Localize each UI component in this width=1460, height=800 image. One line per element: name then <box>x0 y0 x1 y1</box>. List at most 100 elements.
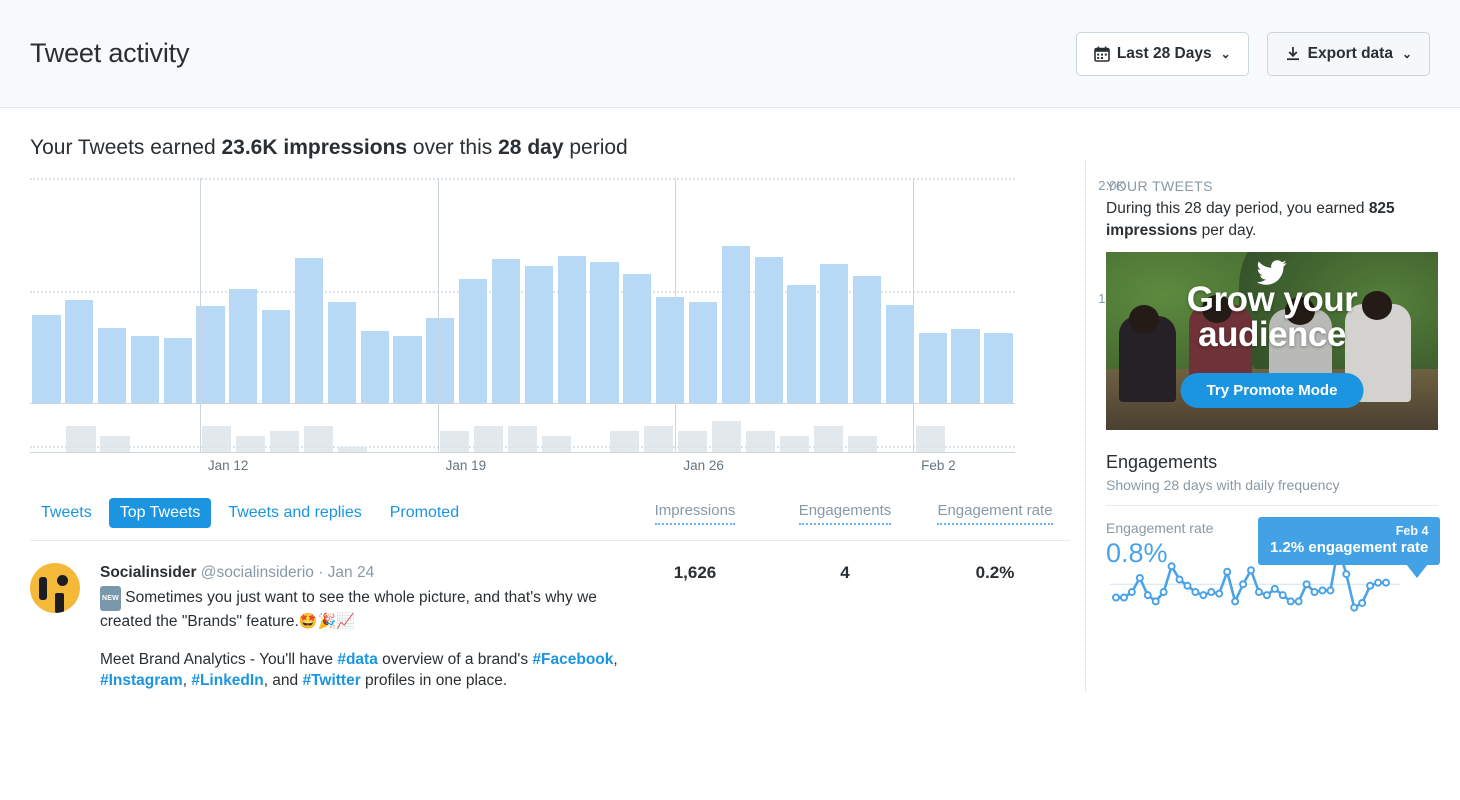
impressions-bar[interactable] <box>459 279 488 403</box>
impressions-bar[interactable] <box>853 275 882 403</box>
impressions-bar-slot[interactable] <box>325 178 358 403</box>
impressions-bar[interactable] <box>984 333 1013 403</box>
impressions-bar[interactable] <box>229 289 258 403</box>
impressions-bar[interactable] <box>820 263 849 403</box>
engagements-bar[interactable] <box>270 431 300 452</box>
impressions-bar[interactable] <box>623 273 652 403</box>
impressions-bar-slot[interactable] <box>424 178 457 403</box>
table-row[interactable]: Socialinsider @socialinsiderio · Jan 24 … <box>30 563 1070 691</box>
impressions-bar[interactable] <box>885 305 915 403</box>
engagements-bar[interactable] <box>236 436 266 452</box>
column-header-engagements[interactable]: Engagements <box>770 502 920 525</box>
date-range-button[interactable]: Last 28 Days ⌄ <box>1075 31 1249 76</box>
engagements-bar[interactable] <box>813 425 843 452</box>
engagements-bar[interactable] <box>66 425 96 452</box>
impressions-bar-slot[interactable] <box>588 178 621 403</box>
impressions-bar[interactable] <box>951 328 980 403</box>
promote-mode-card[interactable]: Grow your audience Try Promote Mode <box>1106 252 1438 430</box>
engagements-bar[interactable] <box>677 431 707 452</box>
impressions-bar[interactable] <box>721 245 750 403</box>
engagements-bar[interactable] <box>643 425 674 452</box>
column-header-engagement-rate[interactable]: Engagement rate <box>920 502 1070 525</box>
impressions-bar-slot[interactable] <box>260 178 293 403</box>
tab-top-tweets[interactable]: Top Tweets <box>108 498 212 528</box>
impressions-bar[interactable] <box>590 262 619 403</box>
tweet-author-handle[interactable]: @socialinsiderio <box>201 564 314 581</box>
tab-tweets-and-replies[interactable]: Tweets and replies <box>217 498 372 528</box>
engagements-bar[interactable] <box>915 425 945 452</box>
impressions-bar[interactable] <box>491 259 521 403</box>
impressions-bar-slot[interactable] <box>391 178 424 403</box>
impressions-bar[interactable] <box>65 299 94 403</box>
impressions-bar-slot[interactable] <box>227 178 260 403</box>
avatar[interactable] <box>30 563 80 613</box>
impressions-bar-slot[interactable] <box>161 178 194 403</box>
impressions-bar-slot[interactable] <box>982 178 1015 403</box>
impressions-bar-slot[interactable] <box>457 178 490 403</box>
impressions-bar-slot[interactable] <box>687 178 720 403</box>
impressions-bar[interactable] <box>97 327 127 403</box>
impressions-bar[interactable] <box>426 317 455 403</box>
engagements-bar[interactable] <box>609 431 640 452</box>
impressions-bar[interactable] <box>294 257 324 403</box>
column-header-impressions[interactable]: Impressions <box>620 502 770 525</box>
sparkline-point <box>1270 584 1279 593</box>
tweet-author-name[interactable]: Socialinsider <box>100 564 196 581</box>
hashtag-instagram[interactable]: #Instagram <box>100 672 183 689</box>
impressions-bar[interactable] <box>393 335 422 403</box>
tweet-date[interactable]: Jan 24 <box>328 564 375 581</box>
tab-tweets[interactable]: Tweets <box>30 498 103 528</box>
engagements-bar[interactable] <box>779 436 809 452</box>
impressions-bar-slot[interactable] <box>490 178 523 403</box>
impressions-bar-slot[interactable] <box>128 178 161 403</box>
impressions-bar-slot[interactable] <box>851 178 884 403</box>
tweet-filter-bar: Tweets Top Tweets Tweets and replies Promot… <box>30 498 1070 541</box>
engagements-bar[interactable] <box>473 425 504 452</box>
engagements-bar[interactable] <box>440 431 470 452</box>
tab-promoted[interactable]: Promoted <box>379 498 470 528</box>
impressions-bar[interactable] <box>656 297 685 403</box>
impressions-bar-slot[interactable] <box>785 178 818 403</box>
impressions-bar[interactable] <box>754 256 783 403</box>
impressions-bar-slot[interactable] <box>752 178 785 403</box>
engagements-bar[interactable] <box>507 425 538 452</box>
impressions-bar-slot[interactable] <box>63 178 96 403</box>
impressions-bar[interactable] <box>557 255 586 403</box>
impressions-bar-slot[interactable] <box>719 178 752 403</box>
impressions-bar-slot[interactable] <box>884 178 917 403</box>
impressions-bar-slot[interactable] <box>949 178 982 403</box>
sparkline-point <box>1183 581 1192 590</box>
impressions-bar-slot[interactable] <box>555 178 588 403</box>
impressions-bar[interactable] <box>787 284 816 403</box>
impressions-bar[interactable] <box>163 337 192 403</box>
impressions-bar-slot[interactable] <box>30 178 63 403</box>
impressions-bar-slot[interactable] <box>818 178 851 403</box>
impressions-bar[interactable] <box>688 301 718 403</box>
hashtag-linkedin[interactable]: #LinkedIn <box>191 672 263 689</box>
engagements-bar[interactable] <box>541 436 572 452</box>
engagements-bar[interactable] <box>202 425 232 452</box>
impressions-bar-slot[interactable] <box>96 178 129 403</box>
hashtag-twitter[interactable]: #Twitter <box>302 672 360 689</box>
try-promote-mode-button[interactable]: Try Promote Mode <box>1180 373 1364 408</box>
impressions-bar-slot[interactable] <box>358 178 391 403</box>
impressions-bar-slot[interactable] <box>293 178 326 403</box>
impressions-bar[interactable] <box>524 265 553 403</box>
impressions-bar[interactable] <box>262 309 291 403</box>
impressions-bar[interactable] <box>327 301 356 403</box>
engagements-bar[interactable] <box>847 436 877 452</box>
engagements-bar[interactable] <box>304 425 334 452</box>
export-data-button[interactable]: Export data ⌄ <box>1266 31 1430 76</box>
engagements-bar[interactable] <box>745 431 775 452</box>
impressions-bar[interactable] <box>130 335 159 403</box>
impressions-bar-slot[interactable] <box>621 178 654 403</box>
impressions-bar[interactable] <box>360 331 389 403</box>
engagements-bar[interactable] <box>100 436 130 452</box>
impressions-bar-slot[interactable] <box>654 178 687 403</box>
impressions-bar[interactable] <box>918 333 947 403</box>
impressions-bar[interactable] <box>32 315 61 403</box>
hashtag-data[interactable]: #data <box>337 651 378 668</box>
impressions-bar-slot[interactable] <box>522 178 555 403</box>
impressions-bar-slot[interactable] <box>916 178 949 403</box>
hashtag-facebook[interactable]: #Facebook <box>532 651 613 668</box>
